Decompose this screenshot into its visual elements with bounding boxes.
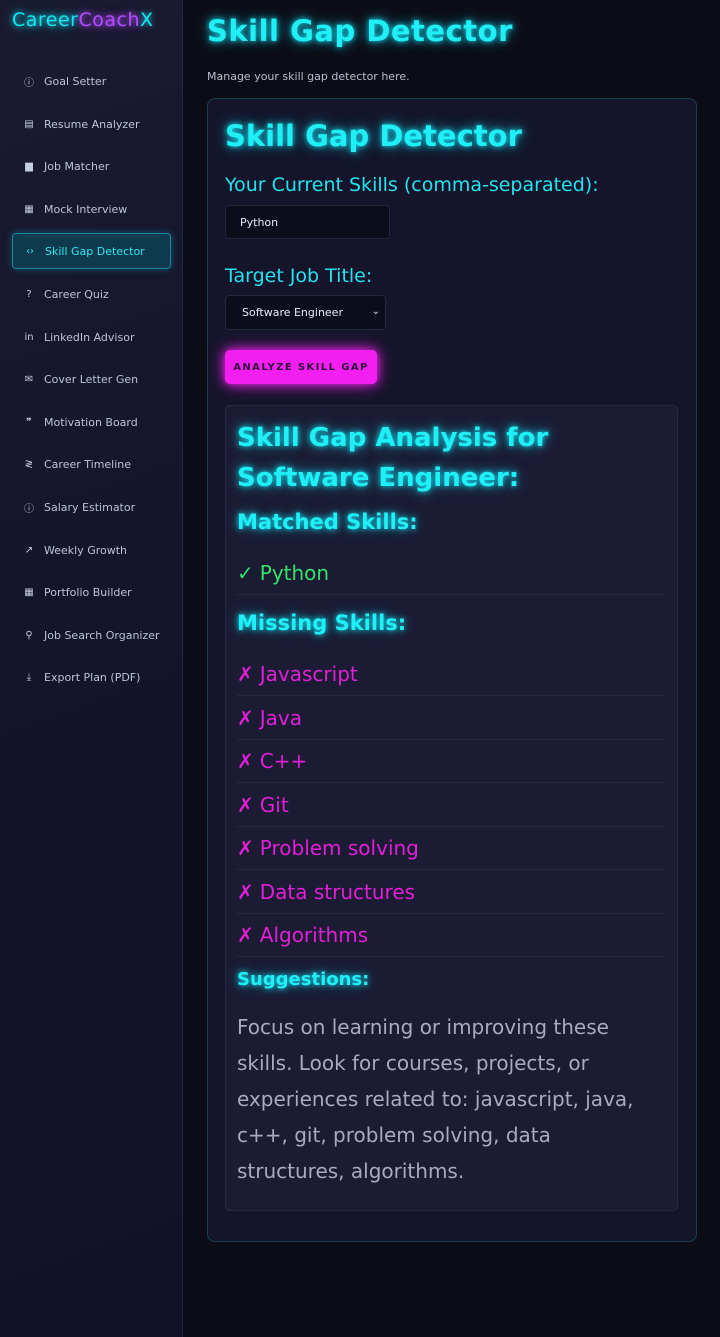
- logo-part-career: Career: [12, 9, 79, 31]
- sidebar-item-weekly-growth[interactable]: ↗ Weekly Growth: [12, 532, 171, 568]
- skill-name: Git: [259, 793, 289, 817]
- chevron-down-icon: ⌄: [371, 306, 380, 317]
- skill-name: Problem solving: [259, 836, 419, 860]
- skills-label: Your Current Skills (comma-separated):: [225, 174, 599, 196]
- sidebar-item-job-matcher[interactable]: ▆ Job Matcher: [12, 148, 171, 184]
- sidebar-item-goal-setter[interactable]: ⓘ Goal Setter: [12, 63, 171, 99]
- sidebar-item-job-search-organizer[interactable]: ⚲ Job Search Organizer: [12, 617, 171, 653]
- quote-icon: ❞: [26, 416, 32, 428]
- sidebar-item-label: Job Matcher: [44, 159, 110, 173]
- cross-icon: ✗: [237, 793, 254, 817]
- analyze-skill-gap-button[interactable]: ANALYZE SKILL GAP: [225, 350, 377, 384]
- timeline-icon: ≷: [24, 458, 34, 470]
- matched-skills-heading: Matched Skills:: [237, 510, 418, 534]
- skill-name: Javascript: [259, 662, 358, 686]
- code-icon: ‹›: [26, 245, 34, 257]
- cross-icon: ✗: [237, 749, 254, 773]
- skill-name: Algorithms: [259, 923, 369, 947]
- sidebar-item-mock-interview[interactable]: ▦ Mock Interview: [12, 191, 171, 227]
- sidebar-item-label: Goal Setter: [44, 74, 107, 88]
- sidebar-item-label: Resume Analyzer: [44, 117, 140, 131]
- suggestions-text: Focus on learning or improving these ski…: [237, 1015, 634, 1183]
- missing-skill-item: ✗ Java: [237, 697, 665, 740]
- page-title: Skill Gap Detector: [207, 14, 513, 48]
- cross-icon: ✗: [237, 880, 254, 904]
- missing-skill-item: ✗ Javascript: [237, 653, 665, 696]
- sidebar-item-export-plan-pdf[interactable]: ⤓ Export Plan (PDF): [12, 659, 171, 695]
- job-title-select[interactable]: Software Engineer ⌄: [225, 295, 386, 330]
- envelope-icon: ✉: [24, 373, 34, 385]
- missing-skill-item: ✗ Git: [237, 784, 665, 827]
- missing-skill-item: ✗ Data structures: [237, 871, 665, 914]
- sidebar-item-label: Weekly Growth: [44, 543, 128, 557]
- sidebar-item-skill-gap-detector[interactable]: ‹› Skill Gap Detector: [12, 233, 171, 269]
- sidebar-item-label: Motivation Board: [44, 415, 138, 429]
- missing-skill-item: ✗ Algorithms: [237, 914, 665, 957]
- question-circle-icon: ?: [26, 288, 32, 300]
- sidebar-item-cover-letter-gen[interactable]: ✉ Cover Letter Gen: [12, 361, 171, 397]
- cross-icon: ✗: [237, 706, 254, 730]
- skill-name: C++: [259, 749, 308, 773]
- sidebar-item-label: Portfolio Builder: [44, 585, 132, 599]
- sidebar-item-salary-estimator[interactable]: ⓘ Salary Estimator: [12, 489, 171, 525]
- linkedin-icon: in: [24, 331, 34, 343]
- calculator-icon: ▦: [24, 586, 34, 598]
- sidebar-item-motivation-board[interactable]: ❞ Motivation Board: [12, 404, 171, 440]
- sidebar-item-label: Job Search Organizer: [44, 628, 160, 642]
- info-circle-icon: ⓘ: [24, 77, 34, 89]
- sidebar-item-label: Mock Interview: [44, 202, 128, 216]
- sidebar-item-label: Career Quiz: [44, 287, 109, 301]
- briefcase-icon: ▆: [25, 160, 33, 172]
- cross-icon: ✗: [237, 836, 254, 860]
- sidebar: CareerCoachX ⓘ Goal Setter ▤ Resume Analyze…: [0, 0, 183, 1337]
- cross-icon: ✗: [237, 923, 254, 947]
- page-subtitle: Manage your skill gap detector here.: [207, 70, 410, 83]
- skill-name: Data structures: [259, 880, 416, 904]
- download-icon: ⤓: [26, 671, 32, 683]
- sidebar-item-label: Export Plan (PDF): [44, 670, 141, 684]
- sidebar-item-label: Salary Estimator: [44, 500, 136, 514]
- skill-name: Java: [259, 706, 303, 730]
- trending-up-icon: ↗: [24, 544, 34, 556]
- logo-part-coach: Coach: [78, 9, 141, 31]
- sidebar-item-career-quiz[interactable]: ? Career Quiz: [12, 276, 171, 312]
- job-title-label: Target Job Title:: [225, 265, 373, 287]
- missing-skill-item: ✗ C++: [237, 740, 665, 783]
- skills-input-value: Python: [240, 215, 279, 229]
- document-icon: ▤: [24, 118, 34, 130]
- skill-name: Python: [259, 561, 330, 585]
- sidebar-item-linkedin-advisor[interactable]: in LinkedIn Advisor: [12, 319, 171, 355]
- check-icon: ✓: [237, 561, 254, 585]
- sidebar-item-career-timeline[interactable]: ≷ Career Timeline: [12, 446, 171, 482]
- cross-icon: ✗: [237, 662, 254, 686]
- info-circle-icon: ⓘ: [24, 503, 34, 515]
- sidebar-item-label: Career Timeline: [44, 457, 132, 471]
- job-title-selected-value: Software Engineer: [242, 306, 343, 319]
- missing-skills-heading: Missing Skills:: [237, 611, 407, 635]
- search-icon: ⚲: [25, 629, 33, 641]
- calendar-icon: ▦: [24, 203, 34, 215]
- analysis-title: Skill Gap Analysis for Software Engineer…: [237, 423, 549, 493]
- logo-part-x: X: [140, 9, 154, 31]
- skills-input[interactable]: Python: [225, 205, 390, 239]
- sidebar-item-label: Skill Gap Detector: [45, 244, 145, 258]
- card-heading: Skill Gap Detector: [225, 119, 522, 153]
- missing-skill-item: ✗ Problem solving: [237, 827, 665, 870]
- suggestions-heading: Suggestions:: [237, 969, 370, 990]
- sidebar-item-label: Cover Letter Gen: [44, 372, 139, 386]
- sidebar-item-label: LinkedIn Advisor: [44, 330, 135, 344]
- sidebar-item-portfolio-builder[interactable]: ▦ Portfolio Builder: [12, 574, 171, 610]
- sidebar-item-resume-analyzer[interactable]: ▤ Resume Analyzer: [12, 106, 171, 142]
- app-logo[interactable]: CareerCoachX: [12, 9, 154, 31]
- matched-skill-item: ✓ Python: [237, 552, 665, 595]
